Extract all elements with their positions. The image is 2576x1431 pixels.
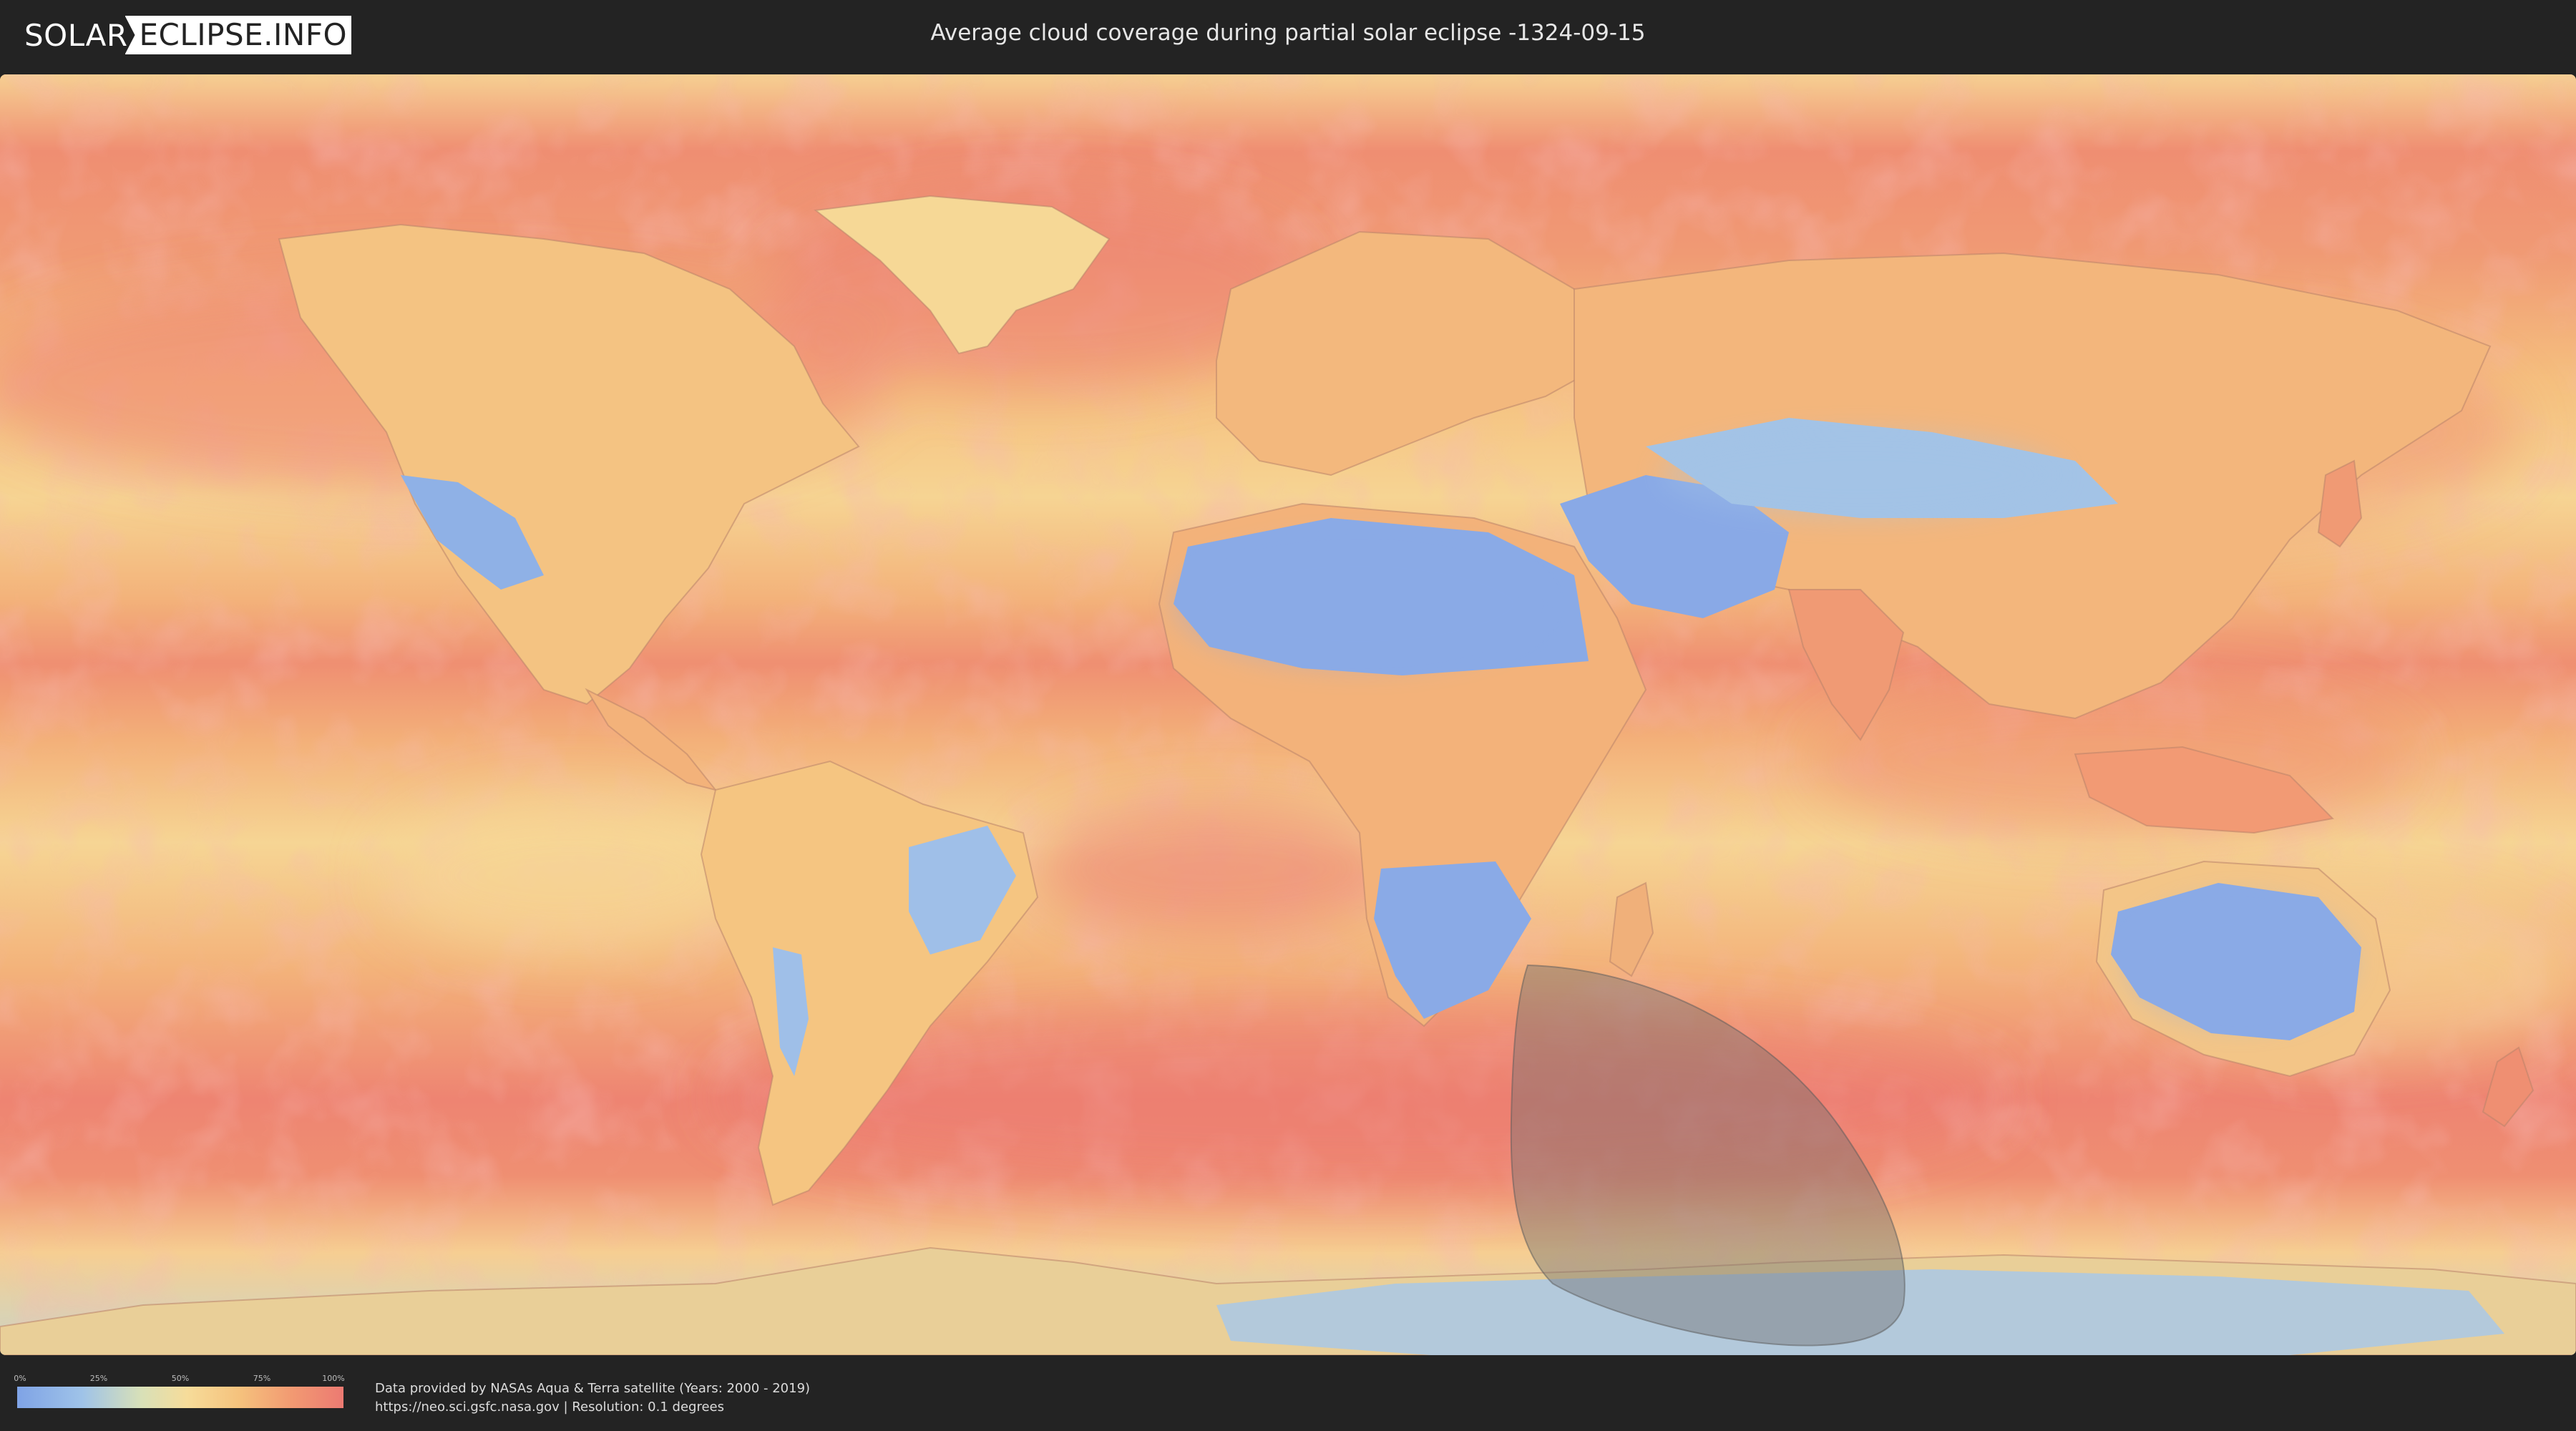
page-title: Average cloud coverage during partial so… (930, 20, 1646, 46)
page: SOLAR ECLIPSE.INFO Average cloud coverag… (0, 0, 2576, 1431)
legend-tick-100: 100% (322, 1374, 345, 1383)
legend-tick-0: 0% (14, 1374, 26, 1383)
credit-line-source: Data provided by NASAs Aqua & Terra sate… (375, 1381, 811, 1396)
legend-tick-75: 75% (253, 1374, 271, 1383)
legend-color-bar (17, 1387, 343, 1408)
cloud-coverage-map[interactable] (0, 74, 2576, 1355)
credit-line-url[interactable]: https://neo.sci.gsfc.nasa.gov | Resoluti… (375, 1398, 810, 1417)
legend-tick-50: 50% (171, 1374, 190, 1383)
legend-tick-25: 25% (89, 1374, 108, 1383)
header: SOLAR ECLIPSE.INFO Average cloud coverag… (0, 0, 2576, 72)
legend-ticks: 0% 25% 50% 75% 100% (14, 1374, 345, 1387)
data-credits: Data provided by NASAs Aqua & Terra sate… (375, 1379, 810, 1417)
cloud-coverage-legend: 0% 25% 50% 75% 100% (14, 1374, 345, 1408)
footer: 0% 25% 50% 75% 100% Data provided by NAS… (0, 1355, 2576, 1431)
map-svg (0, 74, 2576, 1355)
